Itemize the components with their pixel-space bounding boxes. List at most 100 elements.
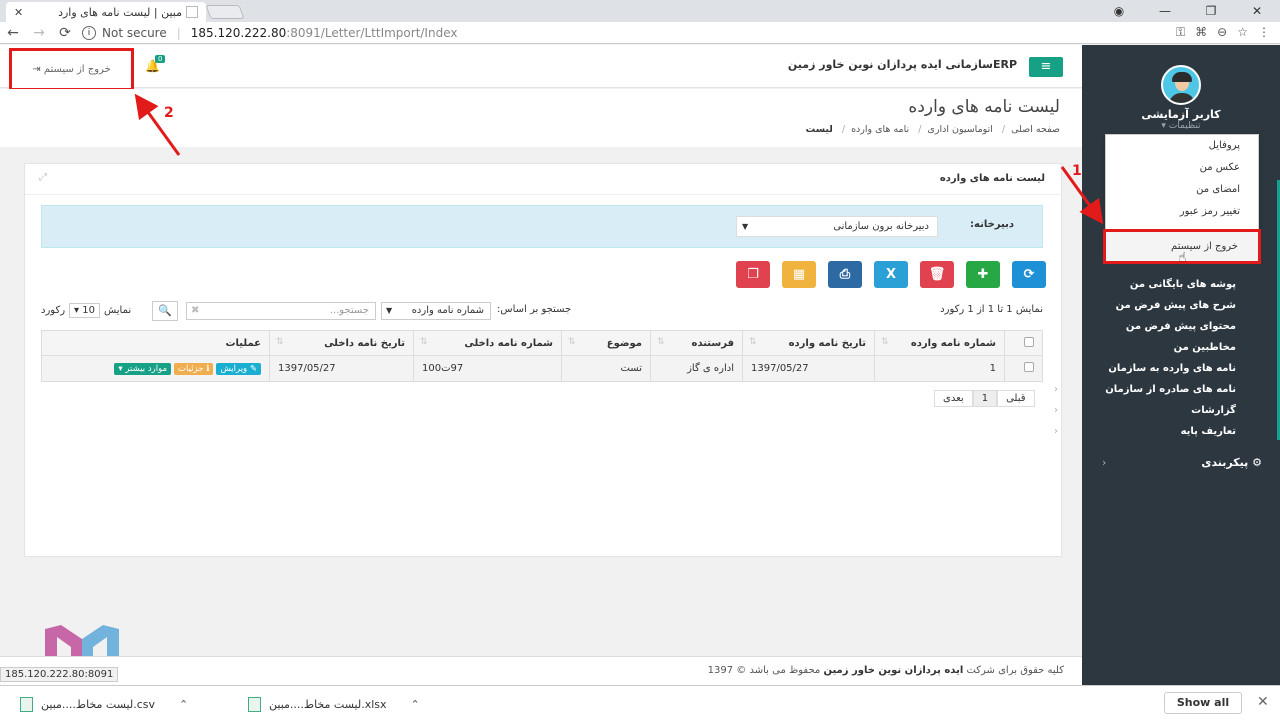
- browser-tools: ⚿ ⌘ ⊖ ☆ ⋮: [1176, 25, 1280, 40]
- tab-title: مبین | لیست نامه های وارد: [58, 5, 182, 19]
- user-settings-toggle[interactable]: تنظیمات ▾: [1082, 121, 1280, 131]
- secretariat-select[interactable]: دبیرخانه برون سازمانی ▼: [736, 216, 938, 237]
- header-logout-button[interactable]: خروج از سیستم ⇥: [9, 48, 134, 91]
- sidebar-item-config[interactable]: ⚙ پیکربندی ‹: [1102, 453, 1262, 473]
- sidebar-item-2[interactable]: محتوای پیش فرض من: [1086, 316, 1236, 337]
- sidebar-item-0[interactable]: پوشه های بایگانی من: [1086, 274, 1236, 295]
- download-item[interactable]: لیست مخاط....مبین.xlsx ⌃: [248, 694, 420, 714]
- search-placeholder: جستجو...: [329, 305, 369, 316]
- copy-icon: ❐: [747, 267, 759, 282]
- chevron-left-icon: ‹: [1102, 456, 1107, 469]
- restore-icon[interactable]: ❐: [1188, 0, 1234, 22]
- top-navbar: خروج از سیستم ⇥ 🔔 0 ERPسازمانی ایده پردا…: [0, 45, 1082, 91]
- url-field[interactable]: i Not secure | 185.120.222.80 :8091/Lett…: [78, 23, 1176, 43]
- forward-icon[interactable]: →: [26, 25, 52, 41]
- col-letter-date[interactable]: تاریخ نامه وارده ⇅: [742, 330, 875, 356]
- minimize-icon[interactable]: —: [1142, 0, 1188, 22]
- copy-button[interactable]: ❐: [736, 261, 770, 288]
- table-row[interactable]: 1 1397/05/27 اداره ی گاز تست 97ت100 1397…: [41, 355, 1043, 382]
- details-button[interactable]: ℹ جزئیات: [174, 362, 214, 375]
- sidebar-item-3[interactable]: مخاطبین من: [1086, 337, 1236, 358]
- translate-icon[interactable]: ⌘: [1195, 25, 1207, 40]
- menu-item-profile[interactable]: پروفایل: [1106, 135, 1258, 157]
- col-operations: عملیات: [41, 330, 270, 356]
- add-button[interactable]: ✚: [966, 261, 1000, 288]
- row-checkbox[interactable]: [1024, 362, 1034, 372]
- add-icon: ✚: [977, 267, 989, 282]
- cell-sender: اداره ی گاز: [650, 355, 743, 382]
- search-icon: 🔍: [158, 304, 172, 317]
- sidebar-item-label: نامه های صادره از سازمان: [1105, 384, 1236, 395]
- clear-icon[interactable]: ✖: [191, 303, 199, 319]
- expand-icon[interactable]: ⤢: [39, 172, 47, 183]
- columns-button[interactable]: ▦: [782, 261, 816, 288]
- edit-button[interactable]: ✎ ویرایش: [216, 362, 261, 375]
- col-letter-number[interactable]: شماره نامه وارده ⇅: [874, 330, 1005, 356]
- zoom-icon[interactable]: ⊖: [1217, 25, 1227, 40]
- page-favicon-icon: [186, 6, 198, 18]
- info-icon[interactable]: i: [82, 25, 96, 40]
- secretariat-value: دبیرخانه برون سازمانی: [833, 221, 929, 232]
- footer: کلیه حقوق برای شرکت ایده پردازان نوین خا…: [0, 656, 1082, 685]
- select-all-checkbox[interactable]: [1024, 336, 1034, 347]
- tab-close-icon[interactable]: ✕: [14, 6, 23, 19]
- show-all-downloads-button[interactable]: Show all: [1164, 692, 1242, 714]
- close-window-icon[interactable]: ✕: [1234, 0, 1280, 22]
- breadcrumb: صفحه اصلی/ اتوماسیون اداری/ نامه های وار…: [805, 124, 1060, 135]
- menu-toggle-button[interactable]: ≡: [1029, 57, 1063, 77]
- key-icon[interactable]: ⚿: [1176, 25, 1185, 40]
- chevron-up-icon[interactable]: ⌃: [411, 698, 420, 711]
- prev-page-button[interactable]: قبلی: [997, 390, 1035, 407]
- cell-subject: تست: [561, 355, 651, 382]
- excel-button[interactable]: X: [874, 261, 908, 288]
- page-size-select[interactable]: 10 ▾: [69, 303, 100, 318]
- account-icon[interactable]: ◉: [1096, 0, 1142, 22]
- page-title: لیست نامه های وارده: [908, 97, 1060, 117]
- close-download-bar-icon[interactable]: ✕: [1257, 694, 1269, 710]
- new-tab-button[interactable]: [205, 5, 245, 19]
- col-subject[interactable]: موضوع ⇅: [561, 330, 651, 356]
- sidebar-item-4[interactable]: نامه های وارده به سازمان: [1086, 358, 1236, 379]
- reload-icon[interactable]: ⟳: [52, 25, 78, 41]
- app-root: خروج از سیستم ⇥ 🔔 0 ERPسازمانی ایده پردا…: [0, 45, 1280, 685]
- menu-item-my-signature[interactable]: امضای من: [1106, 179, 1258, 201]
- refresh-button[interactable]: ⟳: [1012, 261, 1046, 288]
- print-button[interactable]: ⎙: [828, 261, 862, 288]
- breadcrumb-automation[interactable]: اتوماسیون اداری: [927, 124, 992, 135]
- breadcrumb-home[interactable]: صفحه اصلی: [1011, 124, 1060, 135]
- delete-button[interactable]: 🗑: [920, 261, 954, 288]
- chevron-up-icon[interactable]: ⌃: [179, 698, 188, 711]
- menu-item-my-photo[interactable]: عکس من: [1106, 157, 1258, 179]
- cell-internal-number: 97ت100: [413, 355, 562, 382]
- sidebar-item-1[interactable]: شرح های پیش فرض من: [1086, 295, 1236, 316]
- sidebar-item-5[interactable]: نامه های صادره از سازمان ‹: [1054, 379, 1236, 400]
- download-item[interactable]: لیست مخاط....مبین.csv ⌃: [20, 694, 188, 714]
- breadcrumb-incoming[interactable]: نامه های وارده: [851, 124, 909, 135]
- page-header: لیست نامه های وارده صفحه اصلی/ اتوماسیون…: [0, 89, 1082, 147]
- browser-tab[interactable]: مبین | لیست نامه های وارد ✕: [6, 2, 206, 22]
- col-internal-number[interactable]: شماره نامه داخلی ⇅: [413, 330, 562, 356]
- menu-item-change-password[interactable]: تغییر رمز عبور: [1106, 201, 1258, 223]
- col-sender[interactable]: فرستنده ⇅: [650, 330, 743, 356]
- hand-cursor-icon: ☝: [1178, 250, 1187, 266]
- search-button[interactable]: 🔍: [152, 301, 178, 321]
- sidebar-item-7[interactable]: تعاریف پایه ‹: [1054, 421, 1236, 442]
- chevron-left-icon: ‹: [1054, 384, 1058, 395]
- user-name[interactable]: کاربر آزمایشی: [1082, 108, 1280, 121]
- col-internal-date[interactable]: تاریخ نامه داخلی ⇅: [269, 330, 414, 356]
- avatar[interactable]: [1154, 65, 1208, 105]
- back-icon[interactable]: ←: [0, 25, 26, 41]
- app-title: ERPسازمانی ایده پردازان نوین خاور زمین: [787, 58, 1017, 71]
- bookmark-star-icon[interactable]: ☆: [1237, 25, 1248, 40]
- sidebar-item-label: شرح های پیش فرض من: [1115, 300, 1236, 311]
- next-page-button[interactable]: بعدی: [934, 390, 973, 407]
- more-button[interactable]: موارد بیشتر ▾: [114, 362, 172, 375]
- cell-internal-date: 1397/05/27: [269, 355, 414, 382]
- download-name: لیست مخاط....مبین.xlsx: [269, 697, 387, 711]
- browser-menu-icon[interactable]: ⋮: [1258, 25, 1270, 40]
- current-page-button[interactable]: 1: [972, 390, 998, 407]
- sidebar-item-6[interactable]: گزارشات ‹: [1054, 400, 1236, 421]
- search-by-select[interactable]: شماره نامه وارده ▼: [381, 302, 491, 320]
- chevron-left-icon: ‹: [1054, 405, 1058, 416]
- search-input[interactable]: جستجو... ✖: [186, 302, 376, 320]
